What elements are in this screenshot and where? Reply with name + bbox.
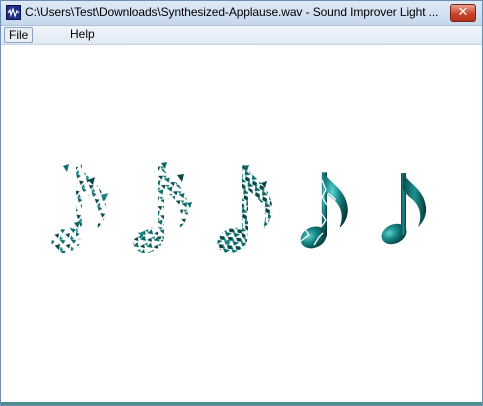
- note-frame-3: [213, 164, 273, 256]
- menu-file[interactable]: File: [4, 27, 34, 43]
- menu-help[interactable]: Help: [66, 27, 99, 43]
- note-frame-1: [47, 164, 108, 256]
- app-window: C:\Users\Test\Downloads\Synthesized-Appl…: [0, 0, 483, 406]
- note-frame-4: [297, 172, 348, 251]
- note-frame-2: [129, 162, 192, 256]
- close-button[interactable]: ✕: [450, 4, 476, 22]
- waveform-icon[interactable]: [6, 5, 21, 20]
- menu-bar: File Help: [1, 26, 482, 45]
- main-content-area: [1, 45, 482, 402]
- title-bar[interactable]: C:\Users\Test\Downloads\Synthesized-Appl…: [1, 1, 482, 26]
- music-note-icon: [381, 173, 427, 245]
- status-strip: [1, 402, 482, 405]
- music-note-animation: [47, 162, 427, 256]
- window-title: C:\Users\Test\Downloads\Synthesized-Appl…: [25, 5, 439, 19]
